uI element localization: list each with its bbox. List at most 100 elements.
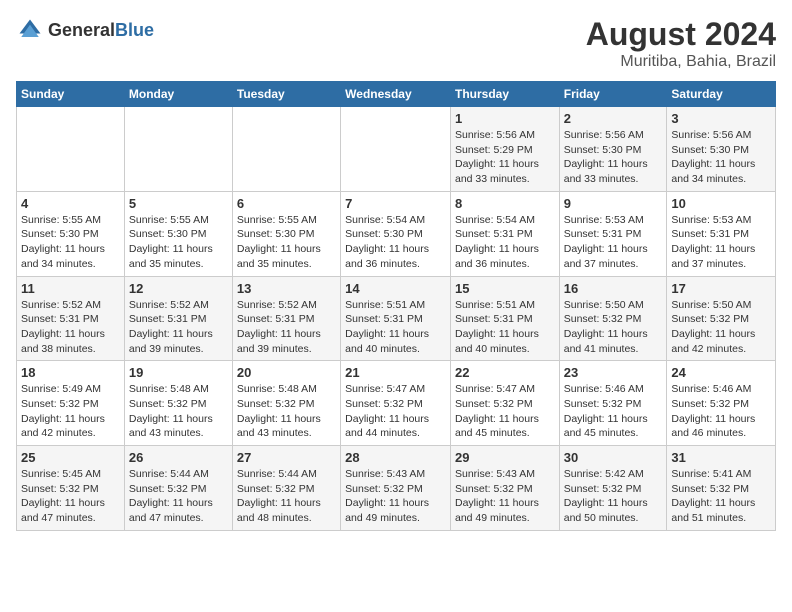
day-number: 19 xyxy=(129,365,228,380)
header-saturday: Saturday xyxy=(667,82,776,107)
table-row: 31Sunrise: 5:41 AM Sunset: 5:32 PM Dayli… xyxy=(667,446,776,531)
day-info: Sunrise: 5:43 AM Sunset: 5:32 PM Dayligh… xyxy=(345,467,446,526)
day-number: 31 xyxy=(671,450,771,465)
table-row: 8 Sunrise: 5:54 AM Sunset: 5:31 PM Daylig… xyxy=(450,191,559,276)
day-info: Sunrise: 5:55 AM Sunset: 5:30 PM Dayligh… xyxy=(21,213,120,272)
header-friday: Friday xyxy=(559,82,667,107)
day-number: 14 xyxy=(345,281,446,296)
header-wednesday: Wednesday xyxy=(341,82,451,107)
table-row: 14 Sunrise: 5:51 AM Sunset: 5:31 PM Dayli… xyxy=(341,276,451,361)
table-row: 25Sunrise: 5:45 AM Sunset: 5:32 PM Dayli… xyxy=(17,446,125,531)
table-row: 24Sunrise: 5:46 AM Sunset: 5:32 PM Dayli… xyxy=(667,361,776,446)
day-info: Sunrise: 5:48 AM Sunset: 5:32 PM Dayligh… xyxy=(129,382,228,441)
day-number: 20 xyxy=(237,365,336,380)
day-info: Sunrise: 5:55 AM Sunset: 5:30 PM Dayligh… xyxy=(237,213,336,272)
table-row xyxy=(17,107,125,192)
page-header: GeneralBlue August 2024 Muritiba, Bahia,… xyxy=(16,16,776,71)
day-number: 6 xyxy=(237,196,336,211)
table-row: 2Sunrise: 5:56 AM Sunset: 5:30 PM Daylig… xyxy=(559,107,667,192)
day-number: 1 xyxy=(455,111,555,126)
day-number: 9 xyxy=(564,196,663,211)
day-info: Sunrise: 5:44 AM Sunset: 5:32 PM Dayligh… xyxy=(129,467,228,526)
day-info: Sunrise: 5:51 AM Sunset: 5:31 PM Dayligh… xyxy=(345,298,446,357)
table-row xyxy=(341,107,451,192)
day-info: Sunrise: 5:54 AM Sunset: 5:31 PM Dayligh… xyxy=(455,213,555,272)
header-thursday: Thursday xyxy=(450,82,559,107)
table-row: 9 Sunrise: 5:53 AM Sunset: 5:31 PM Daylig… xyxy=(559,191,667,276)
day-number: 5 xyxy=(129,196,228,211)
day-number: 28 xyxy=(345,450,446,465)
table-row: 1 Sunrise: 5:56 AM Sunset: 5:29 PM Daylig… xyxy=(450,107,559,192)
logo-blue-text: Blue xyxy=(115,20,154,40)
day-info: Sunrise: 5:55 AM Sunset: 5:30 PM Dayligh… xyxy=(129,213,228,272)
day-number: 4 xyxy=(21,196,120,211)
day-info: Sunrise: 5:53 AM Sunset: 5:31 PM Dayligh… xyxy=(671,213,771,272)
day-number: 7 xyxy=(345,196,446,211)
logo-icon xyxy=(16,16,44,44)
day-info: Sunrise: 5:53 AM Sunset: 5:31 PM Dayligh… xyxy=(564,213,663,272)
calendar-header: Sunday Monday Tuesday Wednesday Thursday… xyxy=(17,82,776,107)
day-number: 10 xyxy=(671,196,771,211)
day-number: 13 xyxy=(237,281,336,296)
table-row: 17Sunrise: 5:50 AM Sunset: 5:32 PM Dayli… xyxy=(667,276,776,361)
day-info: Sunrise: 5:54 AM Sunset: 5:30 PM Dayligh… xyxy=(345,213,446,272)
day-info: Sunrise: 5:52 AM Sunset: 5:31 PM Dayligh… xyxy=(21,298,120,357)
calendar-week-row: 25Sunrise: 5:45 AM Sunset: 5:32 PM Dayli… xyxy=(17,446,776,531)
table-row: 3Sunrise: 5:56 AM Sunset: 5:30 PM Daylig… xyxy=(667,107,776,192)
table-row: 20 Sunrise: 5:48 AM Sunset: 5:32 PM Dayli… xyxy=(232,361,340,446)
table-row: 4 Sunrise: 5:55 AM Sunset: 5:30 PM Daylig… xyxy=(17,191,125,276)
table-row: 5 Sunrise: 5:55 AM Sunset: 5:30 PM Daylig… xyxy=(124,191,232,276)
table-row: 23Sunrise: 5:46 AM Sunset: 5:32 PM Dayli… xyxy=(559,361,667,446)
day-number: 16 xyxy=(564,281,663,296)
day-info: Sunrise: 5:50 AM Sunset: 5:32 PM Dayligh… xyxy=(564,298,663,357)
calendar-week-row: 18 Sunrise: 5:49 AM Sunset: 5:32 PM Dayli… xyxy=(17,361,776,446)
day-info: Sunrise: 5:56 AM Sunset: 5:30 PM Dayligh… xyxy=(671,128,771,187)
table-row: 18 Sunrise: 5:49 AM Sunset: 5:32 PM Dayli… xyxy=(17,361,125,446)
day-info: Sunrise: 5:52 AM Sunset: 5:31 PM Dayligh… xyxy=(237,298,336,357)
day-info: Sunrise: 5:45 AM Sunset: 5:32 PM Dayligh… xyxy=(21,467,120,526)
day-number: 18 xyxy=(21,365,120,380)
header-tuesday: Tuesday xyxy=(232,82,340,107)
day-info: Sunrise: 5:42 AM Sunset: 5:32 PM Dayligh… xyxy=(564,467,663,526)
day-info: Sunrise: 5:44 AM Sunset: 5:32 PM Dayligh… xyxy=(237,467,336,526)
day-number: 30 xyxy=(564,450,663,465)
day-info: Sunrise: 5:48 AM Sunset: 5:32 PM Dayligh… xyxy=(237,382,336,441)
day-number: 11 xyxy=(21,281,120,296)
month-year-title: August 2024 xyxy=(586,16,776,53)
logo: GeneralBlue xyxy=(16,16,154,44)
day-info: Sunrise: 5:47 AM Sunset: 5:32 PM Dayligh… xyxy=(345,382,446,441)
calendar-week-row: 11 Sunrise: 5:52 AM Sunset: 5:31 PM Dayli… xyxy=(17,276,776,361)
day-info: Sunrise: 5:46 AM Sunset: 5:32 PM Dayligh… xyxy=(671,382,771,441)
header-monday: Monday xyxy=(124,82,232,107)
day-info: Sunrise: 5:56 AM Sunset: 5:29 PM Dayligh… xyxy=(455,128,555,187)
day-number: 22 xyxy=(455,365,555,380)
day-info: Sunrise: 5:43 AM Sunset: 5:32 PM Dayligh… xyxy=(455,467,555,526)
day-number: 8 xyxy=(455,196,555,211)
table-row: 13 Sunrise: 5:52 AM Sunset: 5:31 PM Dayli… xyxy=(232,276,340,361)
calendar-week-row: 1 Sunrise: 5:56 AM Sunset: 5:29 PM Daylig… xyxy=(17,107,776,192)
table-row xyxy=(124,107,232,192)
table-row: 22Sunrise: 5:47 AM Sunset: 5:32 PM Dayli… xyxy=(450,361,559,446)
table-row: 12 Sunrise: 5:52 AM Sunset: 5:31 PM Dayli… xyxy=(124,276,232,361)
table-row: 11 Sunrise: 5:52 AM Sunset: 5:31 PM Dayli… xyxy=(17,276,125,361)
day-info: Sunrise: 5:46 AM Sunset: 5:32 PM Dayligh… xyxy=(564,382,663,441)
day-info: Sunrise: 5:52 AM Sunset: 5:31 PM Dayligh… xyxy=(129,298,228,357)
table-row xyxy=(232,107,340,192)
location-subtitle: Muritiba, Bahia, Brazil xyxy=(586,53,776,71)
calendar-table: Sunday Monday Tuesday Wednesday Thursday… xyxy=(16,81,776,531)
table-row: 7 Sunrise: 5:54 AM Sunset: 5:30 PM Daylig… xyxy=(341,191,451,276)
day-info: Sunrise: 5:49 AM Sunset: 5:32 PM Dayligh… xyxy=(21,382,120,441)
title-block: August 2024 Muritiba, Bahia, Brazil xyxy=(586,16,776,71)
table-row: 19 Sunrise: 5:48 AM Sunset: 5:32 PM Dayli… xyxy=(124,361,232,446)
day-number: 27 xyxy=(237,450,336,465)
table-row: 27 Sunrise: 5:44 AM Sunset: 5:32 PM Dayli… xyxy=(232,446,340,531)
day-number: 15 xyxy=(455,281,555,296)
header-sunday: Sunday xyxy=(17,82,125,107)
header-row: Sunday Monday Tuesday Wednesday Thursday… xyxy=(17,82,776,107)
table-row: 16 Sunrise: 5:50 AM Sunset: 5:32 PM Dayli… xyxy=(559,276,667,361)
day-info: Sunrise: 5:51 AM Sunset: 5:31 PM Dayligh… xyxy=(455,298,555,357)
table-row: 30 Sunrise: 5:42 AM Sunset: 5:32 PM Dayli… xyxy=(559,446,667,531)
day-number: 12 xyxy=(129,281,228,296)
table-row: 10 Sunrise: 5:53 AM Sunset: 5:31 PM Dayli… xyxy=(667,191,776,276)
table-row: 6 Sunrise: 5:55 AM Sunset: 5:30 PM Daylig… xyxy=(232,191,340,276)
